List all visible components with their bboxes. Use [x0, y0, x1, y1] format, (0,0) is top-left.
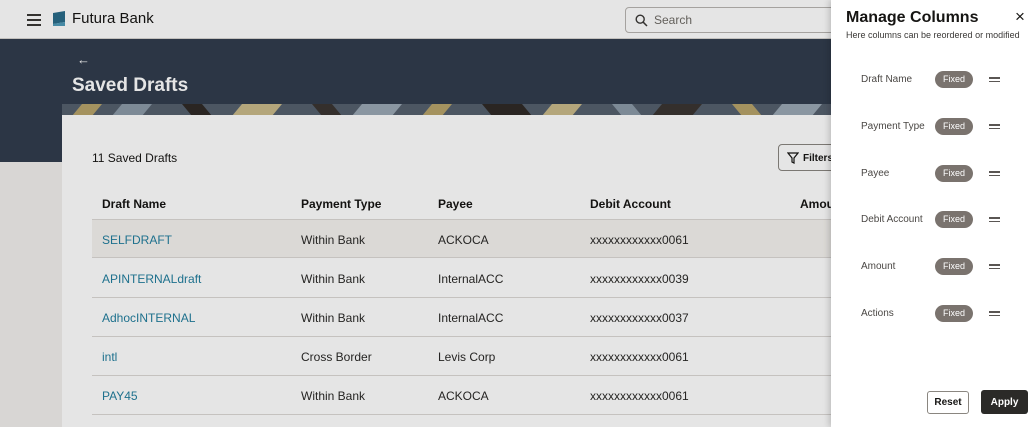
drag-handle-icon[interactable] — [989, 171, 1000, 178]
drag-handle-icon[interactable] — [989, 264, 1000, 271]
fixed-badge: Fixed — [935, 165, 973, 182]
drag-handle-icon[interactable] — [989, 77, 1000, 84]
apply-button[interactable]: Apply — [981, 390, 1028, 414]
manage-columns-panel: Manage Columns Here columns can be reord… — [831, 0, 1035, 427]
drag-handle-icon[interactable] — [989, 217, 1000, 224]
fixed-badge: Fixed — [935, 258, 973, 275]
column-setting-row: Payee Fixed — [831, 164, 1035, 184]
column-setting-row: Draft Name Fixed — [831, 70, 1035, 90]
column-name: Amount — [861, 261, 896, 272]
fixed-badge: Fixed — [935, 71, 973, 88]
column-name: Draft Name — [861, 74, 913, 85]
close-icon[interactable]: × — [1015, 8, 1025, 25]
column-setting-row: Payment Type Fixed — [831, 117, 1035, 137]
panel-title: Manage Columns — [846, 9, 979, 26]
fixed-badge: Fixed — [935, 305, 973, 322]
column-setting-row: Amount Fixed — [831, 257, 1035, 277]
fixed-badge: Fixed — [935, 211, 973, 228]
column-name: Actions — [861, 308, 894, 319]
column-setting-row: Actions Fixed — [831, 304, 1035, 324]
reset-button[interactable]: Reset — [927, 391, 969, 414]
fixed-badge: Fixed — [935, 118, 973, 135]
column-name: Payment Type — [861, 121, 925, 132]
column-name: Payee — [861, 168, 890, 179]
drag-handle-icon[interactable] — [989, 311, 1000, 318]
drag-handle-icon[interactable] — [989, 124, 1000, 131]
column-name: Debit Account — [861, 214, 923, 225]
modal-overlay[interactable] — [0, 0, 831, 427]
column-setting-row: Debit Account Fixed — [831, 210, 1035, 230]
panel-subtitle: Here columns can be reordered or modifie… — [846, 30, 1020, 40]
